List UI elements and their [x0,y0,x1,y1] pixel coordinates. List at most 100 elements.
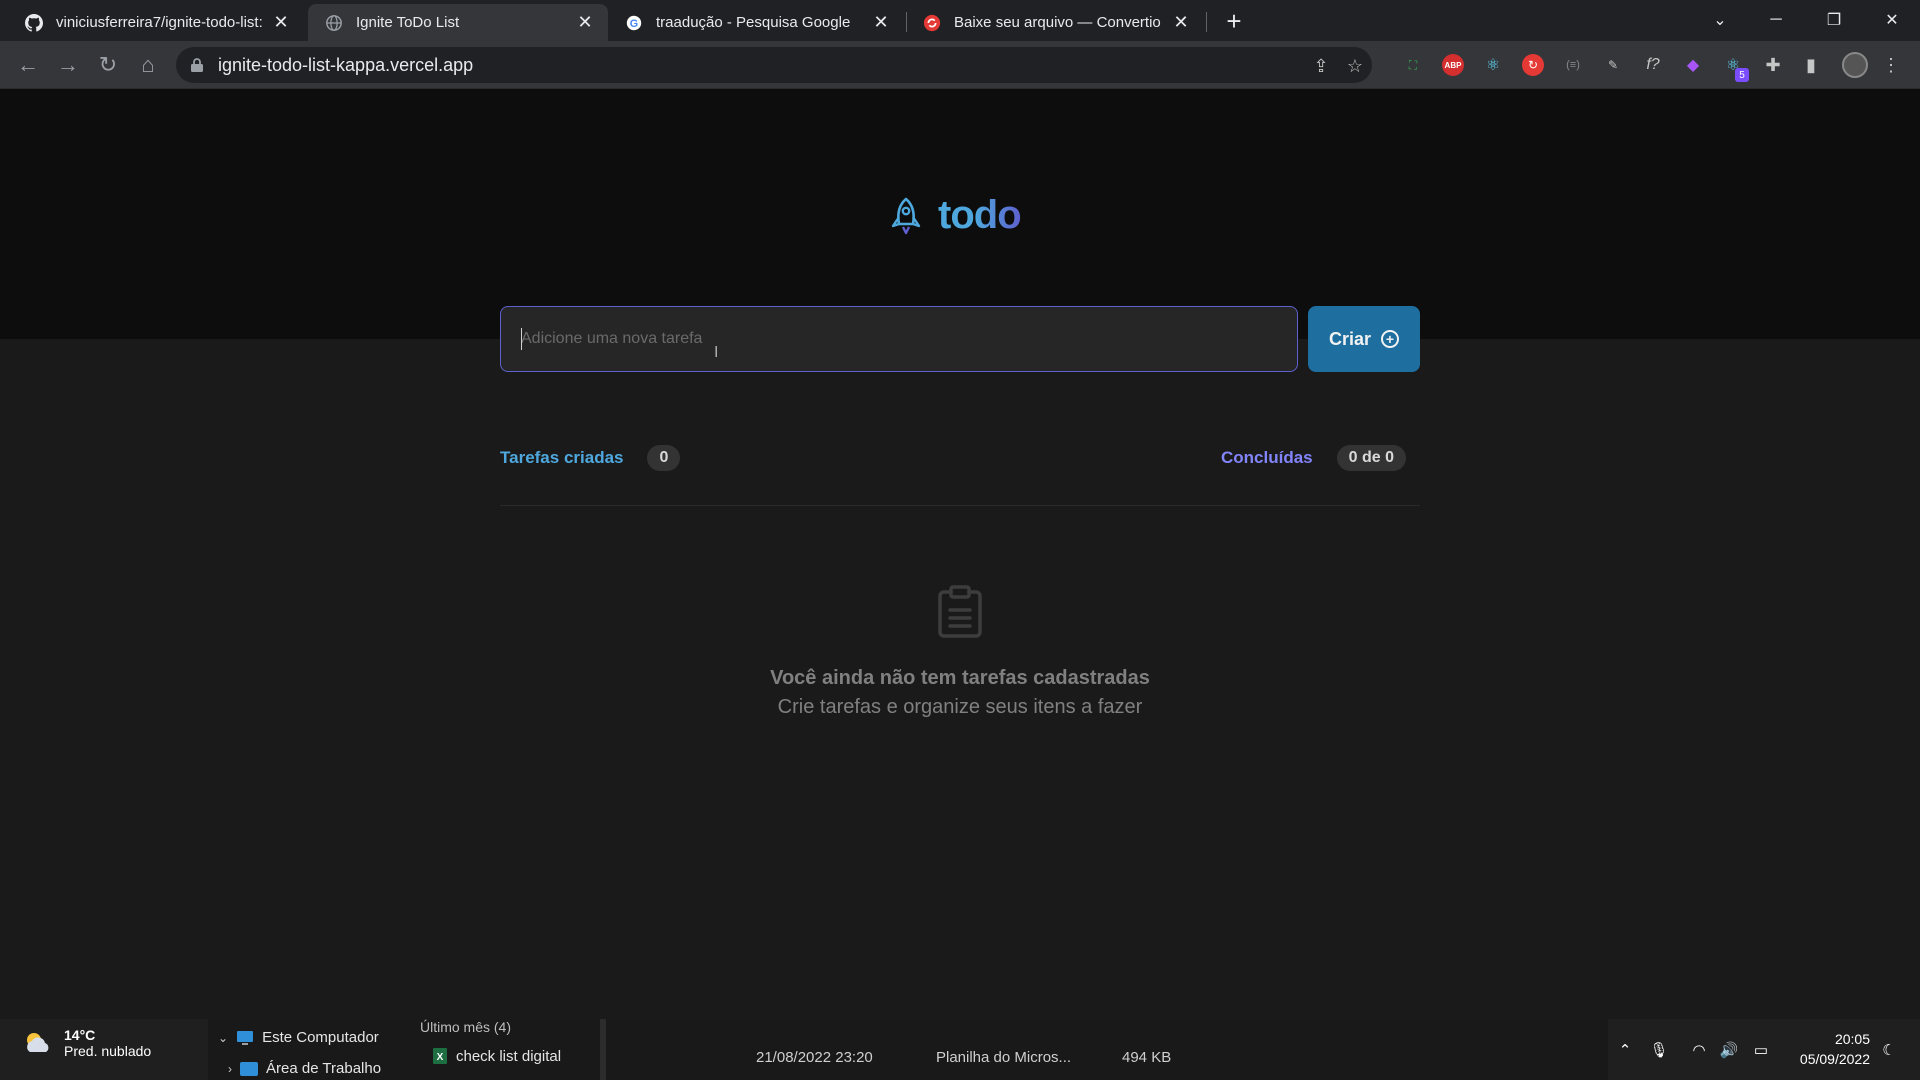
browser-tabstrip: viniciusferreira7/ignite-todo-list: ✕ Ig… [0,0,1920,41]
empty-state: Você ainda não tem tarefas cadastradas C… [500,584,1420,719]
created-tasks-counter: Tarefas criadas 0 [500,445,681,471]
battery-icon[interactable]: ▭ [1748,1037,1774,1063]
google-icon: G [624,13,644,33]
volume-icon[interactable]: 🔊 [1716,1037,1742,1063]
clipboard-icon [938,585,982,638]
close-icon[interactable]: ✕ [872,12,890,32]
chevron-up-icon[interactable]: ⌃ [1612,1037,1638,1063]
formula-extension-icon[interactable]: f? [1642,54,1664,76]
file-date: 21/08/2022 23:20 [756,1049,873,1066]
bookmark-star-icon[interactable]: ☆ [1344,55,1366,77]
file-explorer-strip: ⌄ Este Computador › Área de Trabalho Últ… [208,1019,1608,1080]
restore-icon[interactable]: ❐ [1812,4,1856,36]
weather-widget[interactable]: 14°C Pred. nublado [22,1027,151,1059]
microphone-icon[interactable]: 🎙 [1646,1037,1672,1063]
browser-toolbar: ← → ↻ ⌂ ignite-todo-list-kappa.vercel.ap… [0,41,1920,89]
tree-item-desktop[interactable]: › Área de Trabalho [228,1060,381,1077]
window-close-icon[interactable]: ✕ [1870,4,1914,36]
svg-text:X: X [437,1052,444,1063]
adblock-icon[interactable]: ABP [1442,54,1464,76]
file-size: 494 KB [1122,1049,1172,1066]
forward-arrow-icon[interactable]: → [52,49,84,81]
screenshot-extension-icon[interactable]: ⛶ [1402,54,1424,76]
reload-icon[interactable]: ↻ [92,49,124,81]
taskbar: 14°C Pred. nublado ⌄ Este Computador › Á… [0,1019,1920,1080]
completed-tasks-count: 0 de 0 [1336,445,1406,471]
system-clock[interactable]: 20:05 05/09/2022 [1780,1029,1870,1069]
tab-title: Ignite ToDo List [356,14,460,31]
list-divider [500,505,1420,506]
file-type: Planilha do Micros... [936,1049,1072,1066]
new-tab-button[interactable]: + [1220,8,1248,36]
tab-google[interactable]: G traadução - Pesquisa Google ✕ [608,4,904,41]
convertio-icon [922,13,942,33]
clock-time: 20:05 [1834,1031,1870,1047]
file-row[interactable]: X check list digital [432,1047,561,1065]
tab-title: traadução - Pesquisa Google [656,14,851,31]
pen-extension-icon[interactable]: ✎ [1602,54,1624,76]
close-icon[interactable]: ✕ [1172,12,1190,32]
chevron-right-icon: › [228,1061,232,1076]
globe-icon [324,13,344,33]
puzzle-extensions-icon[interactable]: ✚ [1762,54,1784,76]
address-bar[interactable]: ignite-todo-list-kappa.vercel.app ⇪ ☆ [176,47,1372,83]
tab-search-chevron-icon[interactable]: ⌄ [1698,4,1742,36]
computer-icon [237,1030,254,1045]
group-header-label: Último mês (4) [420,1019,512,1035]
text-caret [521,328,522,350]
close-icon[interactable]: ✕ [576,12,594,32]
tab-title: Baixe seu arquivo — Convertio [954,14,1161,31]
night-mode-moon-icon[interactable]: ☾ [1876,1037,1902,1063]
desktop-folder-icon [240,1061,258,1076]
github-icon [24,13,44,33]
tab-github[interactable]: viniciusferreira7/ignite-todo-list: ✕ [8,4,304,41]
partly-cloudy-icon [27,1033,49,1052]
pane-splitter[interactable] [600,1019,606,1080]
svg-text:G: G [630,18,638,30]
tab-ignite-todo[interactable]: Ignite ToDo List ✕ [308,4,608,41]
weather-desc: Pred. nublado [64,1043,152,1059]
create-button[interactable]: Criar + [1308,306,1420,372]
new-task-input[interactable] [500,306,1298,372]
file-name: check list digital [456,1047,562,1065]
extension-icon[interactable]: (≡) [1562,54,1584,76]
tree-item-label: Área de Trabalho [266,1060,382,1077]
tab-convertio[interactable]: Baixe seu arquivo — Convertio ✕ [906,4,1204,41]
color-extension-icon[interactable]: ◆ [1682,54,1704,76]
empty-state-title: Você ainda não tem tarefas cadastradas [770,667,1150,689]
completed-tasks-label: Concluídas [1221,448,1313,467]
completed-tasks-counter: Concluídas 0 de 0 [1221,445,1406,471]
convertio-extension-icon[interactable]: ↻ [1522,54,1544,76]
wifi-icon[interactable]: ◠ [1686,1037,1712,1063]
mouse-ibeam-cursor-icon: I [714,344,719,361]
kebab-menu-icon[interactable]: ⋮ [1880,54,1902,76]
chevron-down-icon: ⌄ [218,1030,229,1045]
group-header[interactable]: Último mês (4) [420,1019,511,1035]
create-button-label: Criar [1328,328,1372,349]
home-icon[interactable]: ⌂ [132,49,164,81]
created-tasks-label: Tarefas criadas [500,448,624,467]
clock-date: 05/09/2022 [1799,1051,1870,1067]
created-tasks-count: 0 [647,445,681,471]
avatar[interactable] [1842,52,1868,78]
share-icon[interactable]: ⇪ [1310,55,1332,77]
plus-circle-icon: + [1381,330,1400,348]
minimize-icon[interactable]: ─ [1754,4,1798,36]
extension-badge: 5 [1735,68,1749,82]
todo-page: todo I Criar + Tarefas criadas 0 Concluí… [0,89,1920,1019]
tab-separator [1206,12,1207,32]
close-icon[interactable]: ✕ [272,12,290,32]
app-logo: todo [888,193,1022,238]
lock-icon [191,58,203,72]
excel-file-icon: X [433,1048,447,1064]
react-devtools-icon[interactable]: ⚛ [1482,54,1504,76]
side-panel-icon[interactable]: ▮ [1800,54,1822,76]
back-arrow-icon[interactable]: ← [12,49,44,81]
url-text: ignite-todo-list-kappa.vercel.app [218,55,474,75]
tree-item-this-pc[interactable]: ⌄ Este Computador [218,1029,379,1046]
tab-title: viniciusferreira7/ignite-todo-list: [56,14,262,31]
weather-temp: 14°C [64,1027,96,1043]
tree-item-label: Este Computador [262,1029,379,1046]
rocket-icon [891,197,921,234]
empty-state-subtitle: Crie tarefas e organize seus itens a faz… [777,696,1143,718]
